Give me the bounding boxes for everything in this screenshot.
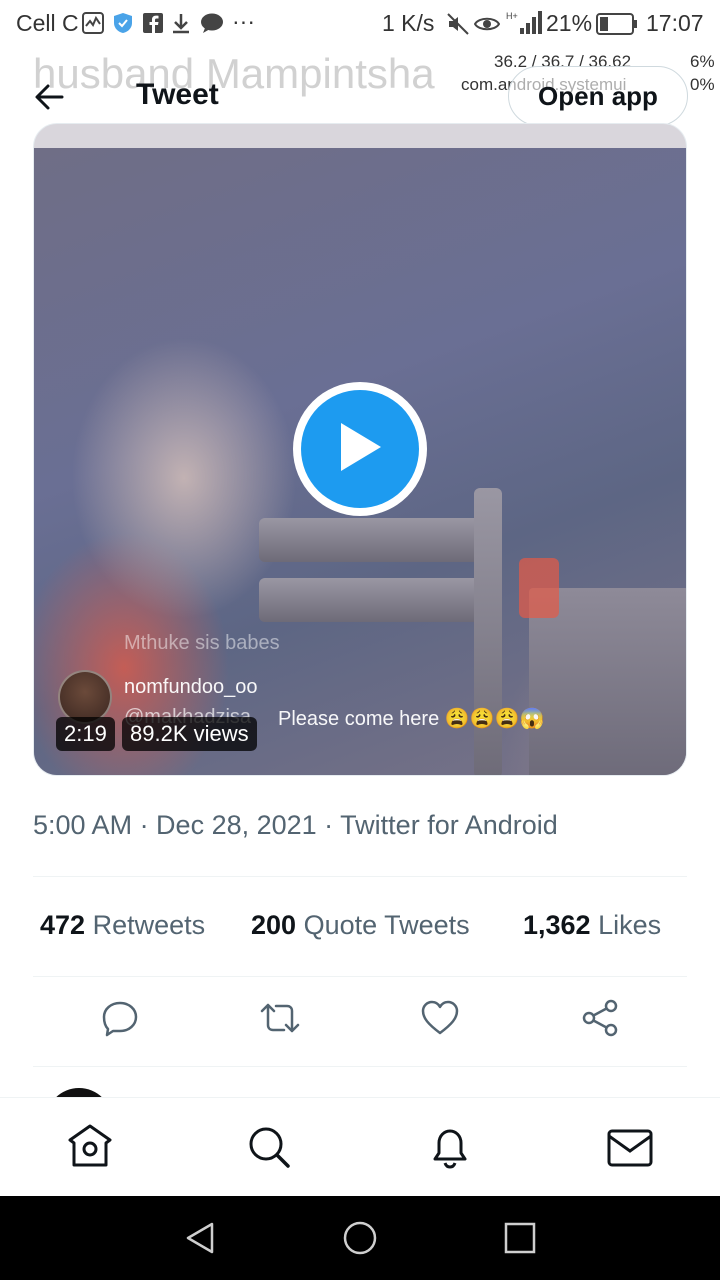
- like-button[interactable]: [416, 996, 464, 1044]
- quote-tweets-stat[interactable]: 200 Quote Tweets: [251, 910, 470, 941]
- system-home-button[interactable]: [342, 1220, 378, 1261]
- likes-count: 1,362: [523, 910, 591, 940]
- reply-button[interactable]: [96, 996, 144, 1044]
- quote-tweets-count: 200: [251, 910, 297, 940]
- nav-home[interactable]: [66, 1123, 114, 1174]
- activity-icon: [82, 12, 104, 39]
- svg-text:H+: H+: [506, 11, 518, 21]
- bell-icon: [426, 1129, 474, 1175]
- system-back-button[interactable]: [182, 1220, 218, 1261]
- retweets-label: Retweets: [92, 910, 206, 940]
- video-views-badge: 89.2K views: [122, 717, 257, 751]
- status-bar: Cell C ··· 1 K/s H+ 21% 17:07: [0, 0, 720, 50]
- system-navigation-bar: [0, 1196, 720, 1280]
- overlay-stats-pct-2: 0%: [690, 75, 715, 94]
- mute-icon: [446, 12, 470, 41]
- open-app-button[interactable]: Open app: [508, 66, 688, 126]
- divider: [33, 1066, 687, 1067]
- triangle-back-icon: [182, 1222, 218, 1260]
- likes-stat[interactable]: 1,362 Likes: [523, 910, 661, 941]
- comment-text: Please come here 😩😩😩😱: [278, 708, 545, 730]
- overlay-stats-pct-1: 6%: [690, 52, 715, 71]
- comment-user: nomfundoo_oo: [124, 676, 258, 698]
- heart-icon: [420, 999, 460, 1042]
- bottom-nav: [0, 1097, 720, 1197]
- reply-icon: [101, 999, 139, 1042]
- retweet-icon: [258, 999, 302, 1042]
- back-arrow-icon: [32, 84, 66, 118]
- video-duration-badge: 2:19: [56, 717, 115, 751]
- eye-icon: [473, 12, 501, 41]
- mail-icon: [606, 1129, 654, 1172]
- retweet-button[interactable]: [256, 996, 304, 1044]
- more-notifications: ···: [232, 8, 255, 34]
- shield-icon: [112, 12, 134, 39]
- network-speed: 1 K/s: [382, 10, 435, 36]
- chat-bubble-icon: [200, 12, 224, 39]
- play-button[interactable]: [293, 382, 427, 516]
- download-icon: [170, 12, 192, 39]
- quote-tweets-label: Quote Tweets: [303, 910, 470, 940]
- back-button[interactable]: [32, 80, 66, 119]
- overlay-ghost-text: husband Mampintsha: [33, 50, 435, 97]
- likes-label: Likes: [598, 910, 662, 940]
- play-icon: [335, 419, 385, 480]
- battery-icon: [596, 13, 638, 40]
- circle-home-icon: [342, 1221, 378, 1260]
- nav-search[interactable]: [246, 1124, 292, 1175]
- home-icon: [66, 1124, 114, 1173]
- carrier-label: Cell C: [16, 10, 79, 36]
- clock: 17:07: [646, 10, 704, 36]
- page-title: Tweet: [136, 78, 219, 111]
- nav-messages[interactable]: [606, 1128, 654, 1173]
- divider: [33, 976, 687, 977]
- square-recents-icon: [502, 1222, 538, 1260]
- comment-faded: Mthuke sis babes: [124, 632, 280, 654]
- share-icon: [580, 998, 620, 1043]
- retweets-stat[interactable]: 472 Retweets: [40, 910, 205, 941]
- system-recents-button[interactable]: [502, 1220, 538, 1261]
- nav-notifications[interactable]: [426, 1123, 474, 1176]
- comment-avatar: [58, 670, 112, 724]
- facebook-icon: [142, 12, 164, 39]
- share-button[interactable]: [576, 996, 624, 1044]
- tweet-timestamp: 5:00 AM · Dec 28, 2021 · Twitter for And…: [33, 810, 558, 840]
- divider: [33, 876, 687, 877]
- retweets-count: 472: [40, 910, 86, 940]
- battery-percent: 21%: [546, 10, 593, 36]
- search-icon: [246, 1127, 292, 1174]
- signal-icon: H+: [506, 10, 542, 41]
